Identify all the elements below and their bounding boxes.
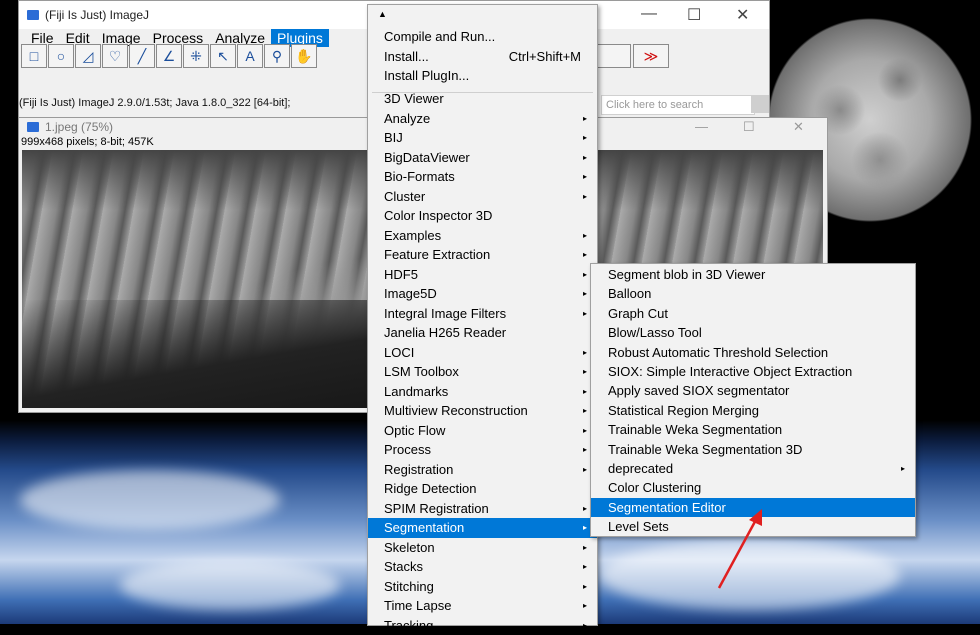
annotation-arrow: [0, 0, 980, 624]
